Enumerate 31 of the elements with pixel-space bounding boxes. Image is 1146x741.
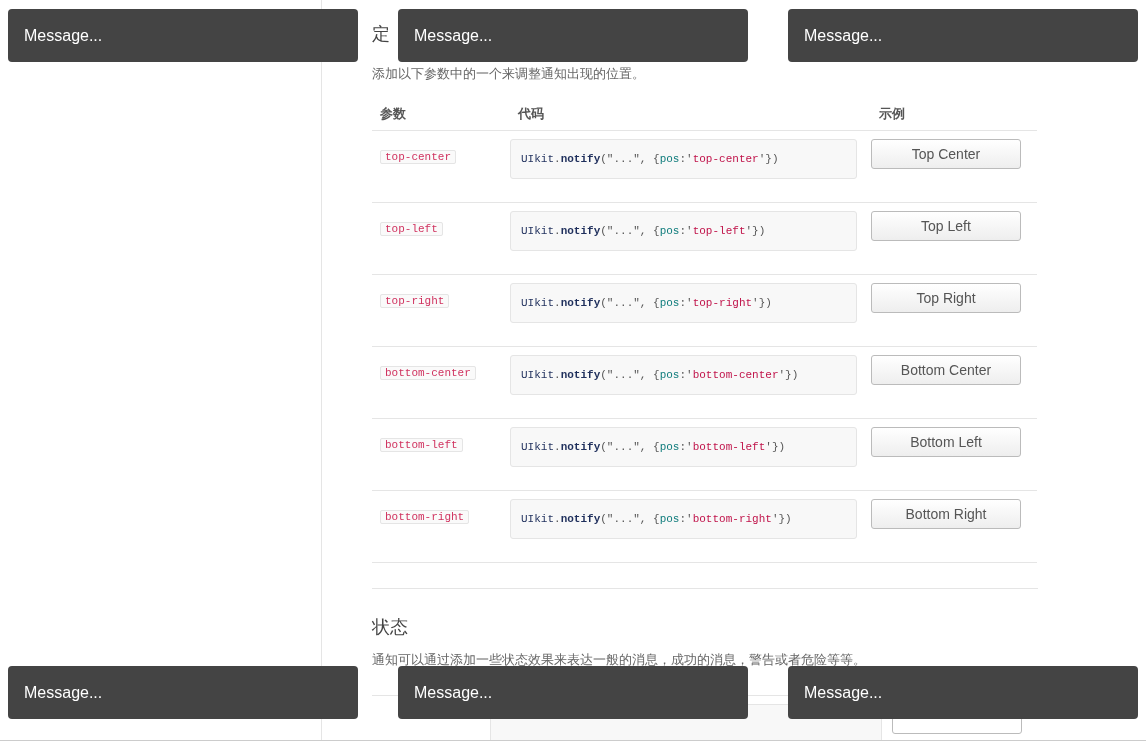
section-description: 通知可以通过添加一些状态效果来表达一般的消息，成功的消息，警告或者危险等等。	[372, 651, 867, 669]
notification[interactable]: Message...	[398, 9, 748, 62]
code-block: UIkit.notify("...", {pos:'top-left'})	[510, 211, 857, 251]
section-heading: 状态	[372, 616, 409, 639]
code-block: UIkit.notify("...", {pos:'top-center'})	[510, 139, 857, 179]
example-button[interactable]: Bottom Center	[871, 355, 1021, 385]
parameter-code: top-left	[380, 222, 443, 236]
parameter-code: bottom-left	[380, 438, 463, 452]
notification[interactable]: Message...	[8, 9, 358, 62]
code-block: UIkit.notify("...", {pos:'bottom-left'})	[510, 427, 857, 467]
code-block: UIkit.notify("...", {pos:'top-right'})	[510, 283, 857, 323]
parameter-code: top-right	[380, 294, 450, 308]
example-button[interactable]: Bottom Left	[871, 427, 1021, 457]
section-description: 添加以下参数中的一个来调整通知出现的位置。	[372, 65, 646, 83]
code-block: UIkit.notify("...", {pos:'bottom-center'})	[510, 355, 857, 395]
column-header: 示例	[879, 105, 905, 121]
parameter-code: top-center	[380, 150, 456, 164]
example-button[interactable]: Top Left	[871, 211, 1021, 241]
notification[interactable]: Message...	[788, 9, 1138, 62]
example-button[interactable]: Top Right	[871, 283, 1021, 313]
notification[interactable]: Message...	[788, 666, 1138, 719]
column-header: 代码	[518, 105, 544, 121]
section-heading: 定	[372, 23, 390, 46]
parameter-code: bottom-right	[380, 510, 470, 524]
notification[interactable]: Message...	[8, 666, 358, 719]
code-block: UIkit.notify("...", {pos:'bottom-right'})	[510, 499, 857, 539]
notification[interactable]: Message...	[398, 666, 748, 719]
example-button[interactable]: Top Center	[871, 139, 1021, 169]
parameter-code: bottom-center	[380, 366, 476, 380]
example-button[interactable]: Bottom Right	[871, 499, 1021, 529]
column-header: 参数	[380, 105, 406, 121]
